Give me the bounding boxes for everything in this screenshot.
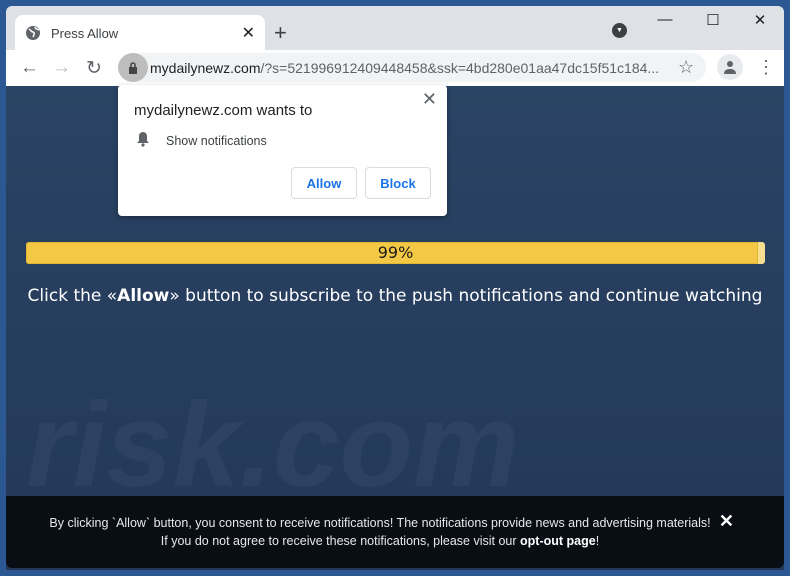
- message-bold: Allow: [117, 286, 170, 306]
- popup-heading: mydailynewz.com wants to: [134, 102, 313, 119]
- forward-icon[interactable]: →: [52, 57, 71, 79]
- footer-text: By clicking `Allow` button, you consent …: [49, 516, 711, 548]
- progress-label: 99%: [377, 243, 414, 262]
- bell-icon: [136, 131, 150, 150]
- watermark: risk.com: [26, 376, 520, 514]
- notification-permission-popup: mydailynewz.com wants to ✕ Show notifica…: [118, 85, 447, 216]
- new-tab-button[interactable]: +: [274, 20, 287, 46]
- address-bar[interactable]: mydailynewz.com/?s=521996912409448458&ss…: [118, 53, 706, 82]
- allow-button[interactable]: Allow: [291, 167, 357, 199]
- url-path: /?s=521996912409448458&ssk=4bd280e01aa47…: [260, 59, 660, 76]
- block-button[interactable]: Block: [365, 167, 431, 199]
- tab-press-allow[interactable]: Press Allow ✕: [15, 15, 265, 51]
- opt-out-link[interactable]: opt-out page: [520, 534, 596, 548]
- close-tab-icon[interactable]: ✕: [242, 23, 255, 43]
- lock-icon[interactable]: [118, 53, 148, 82]
- minimize-button[interactable]: —: [650, 11, 680, 28]
- reload-icon[interactable]: ↻: [86, 57, 102, 80]
- message-post: » button to subscribe to the push notifi…: [169, 286, 763, 306]
- url-text[interactable]: mydailynewz.com/?s=521996912409448458&ss…: [150, 60, 659, 76]
- toolbar: ← → ↻ mydailynewz.com/?s=521996912409448…: [6, 50, 784, 86]
- menu-icon[interactable]: ⋮: [757, 57, 775, 78]
- message-pre: Click the «: [27, 286, 118, 306]
- profile-icon[interactable]: [717, 54, 743, 80]
- star-icon[interactable]: ☆: [678, 57, 694, 78]
- back-icon[interactable]: ←: [20, 57, 39, 79]
- footer-end: !: [595, 534, 600, 548]
- instruction-message: Click the «Allow» button to subscribe to…: [6, 286, 784, 306]
- tab-search-icon[interactable]: ▼: [612, 23, 627, 38]
- permission-text: Show notifications: [166, 133, 267, 148]
- tab-title: Press Allow: [51, 25, 119, 41]
- globe-icon: [25, 25, 41, 41]
- close-footer-icon[interactable]: ✕: [719, 512, 734, 530]
- permission-row: Show notifications: [136, 131, 267, 150]
- close-window-button[interactable]: ✕: [745, 11, 775, 29]
- close-popup-icon[interactable]: ✕: [422, 89, 437, 110]
- maximize-button[interactable]: ☐: [698, 11, 728, 29]
- progress-bar: 99%: [26, 242, 765, 264]
- url-host: mydailynewz.com: [150, 59, 261, 76]
- consent-footer: By clicking `Allow` button, you consent …: [6, 496, 784, 568]
